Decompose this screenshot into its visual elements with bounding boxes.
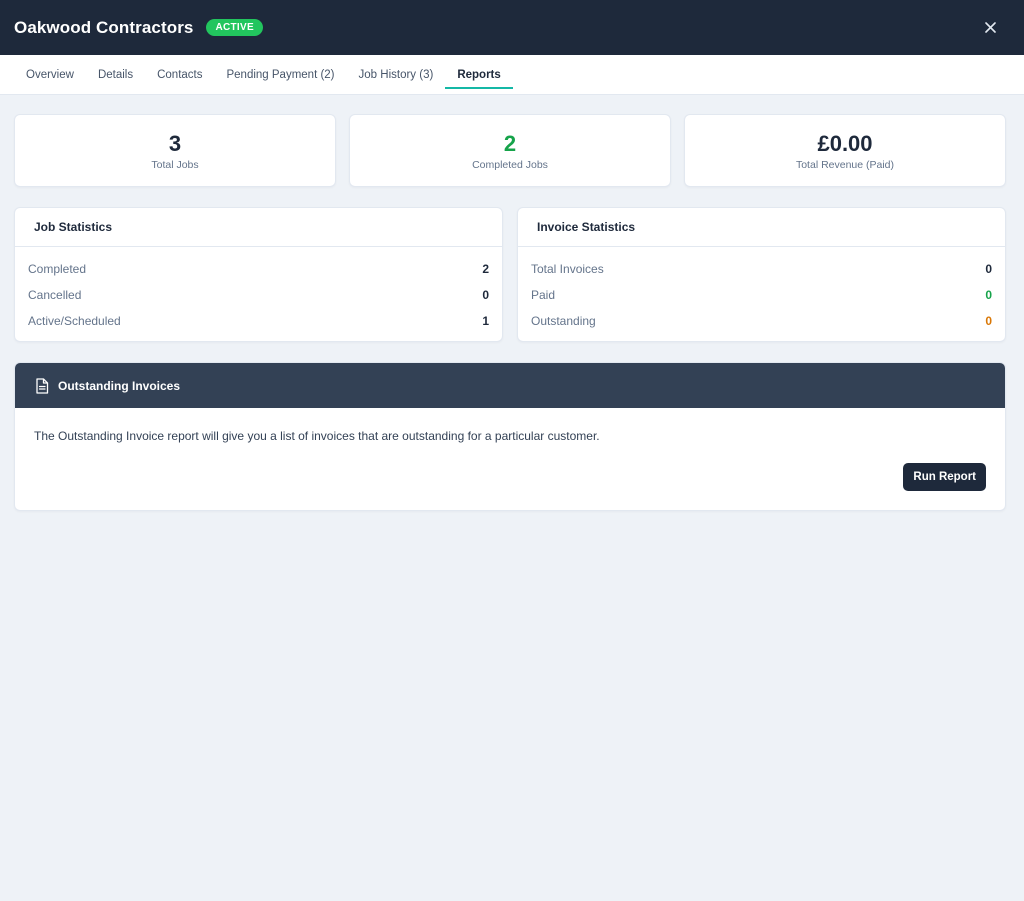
statistics-panels: Job Statistics Completed 2 Cancelled 0 A…: [14, 207, 1006, 342]
completed-jobs-value: 2: [503, 130, 517, 156]
tab-bar: Overview Details Contacts Pending Paymen…: [0, 55, 1024, 95]
total-jobs-card: 3 Total Jobs: [14, 114, 336, 187]
job-stat-value: 2: [482, 262, 489, 276]
invoice-stat-value: 0: [985, 262, 992, 276]
invoice-statistics-panel: Invoice Statistics Total Invoices 0 Paid…: [517, 207, 1006, 342]
tab-details[interactable]: Details: [86, 55, 145, 94]
job-stat-row-completed: Completed 2: [28, 256, 489, 282]
tab-reports[interactable]: Reports: [445, 55, 514, 94]
job-stat-row-active: Active/Scheduled 1: [28, 308, 489, 334]
invoice-stat-label: Outstanding: [531, 314, 596, 328]
job-statistics-title: Job Statistics: [15, 208, 502, 247]
tab-pending-payment[interactable]: Pending Payment (2): [214, 55, 346, 94]
job-stat-label: Completed: [28, 262, 87, 276]
total-jobs-label: Total Jobs: [151, 158, 199, 171]
report-header: Outstanding Invoices: [15, 363, 1005, 408]
document-icon: [35, 377, 49, 394]
status-badge: ACTIVE: [206, 19, 263, 36]
close-icon[interactable]: [980, 17, 1000, 37]
invoice-stat-label: Total Invoices: [531, 262, 604, 276]
completed-jobs-label: Completed Jobs: [472, 158, 548, 171]
completed-jobs-card: 2 Completed Jobs: [349, 114, 671, 187]
total-revenue-card: £0.00 Total Revenue (Paid): [684, 114, 1006, 187]
tab-overview[interactable]: Overview: [14, 55, 86, 94]
job-statistics-panel: Job Statistics Completed 2 Cancelled 0 A…: [14, 207, 503, 342]
invoice-stat-label: Paid: [531, 288, 556, 302]
invoice-stat-value: 0: [985, 288, 992, 302]
summary-cards: 3 Total Jobs 2 Completed Jobs £0.00 Tota…: [14, 114, 1006, 187]
invoice-stat-row-total: Total Invoices 0: [531, 256, 992, 282]
invoice-statistics-title: Invoice Statistics: [518, 208, 1005, 247]
modal-header: Oakwood Contractors ACTIVE: [0, 0, 1024, 55]
report-title: Outstanding Invoices: [58, 378, 181, 393]
job-stat-value: 1: [482, 314, 489, 328]
total-revenue-value: £0.00: [817, 130, 873, 156]
tab-job-history[interactable]: Job History (3): [347, 55, 446, 94]
job-stat-label: Cancelled: [28, 288, 82, 302]
customer-name: Oakwood Contractors: [14, 17, 194, 37]
invoice-stat-row-paid: Paid 0: [531, 282, 992, 308]
total-revenue-label: Total Revenue (Paid): [795, 158, 895, 171]
reports-content: 3 Total Jobs 2 Completed Jobs £0.00 Tota…: [0, 95, 1024, 511]
tab-contacts[interactable]: Contacts: [145, 55, 214, 94]
job-stat-label: Active/Scheduled: [28, 314, 121, 328]
run-report-button[interactable]: Run Report: [903, 463, 986, 491]
invoice-stat-value: 0: [985, 314, 992, 328]
job-stat-value: 0: [482, 288, 489, 302]
total-jobs-value: 3: [168, 130, 182, 156]
invoice-stat-row-outstanding: Outstanding 0: [531, 308, 992, 334]
outstanding-invoices-report: Outstanding Invoices The Outstanding Inv…: [14, 362, 1006, 511]
job-stat-row-cancelled: Cancelled 0: [28, 282, 489, 308]
report-description: The Outstanding Invoice report will give…: [34, 429, 600, 443]
